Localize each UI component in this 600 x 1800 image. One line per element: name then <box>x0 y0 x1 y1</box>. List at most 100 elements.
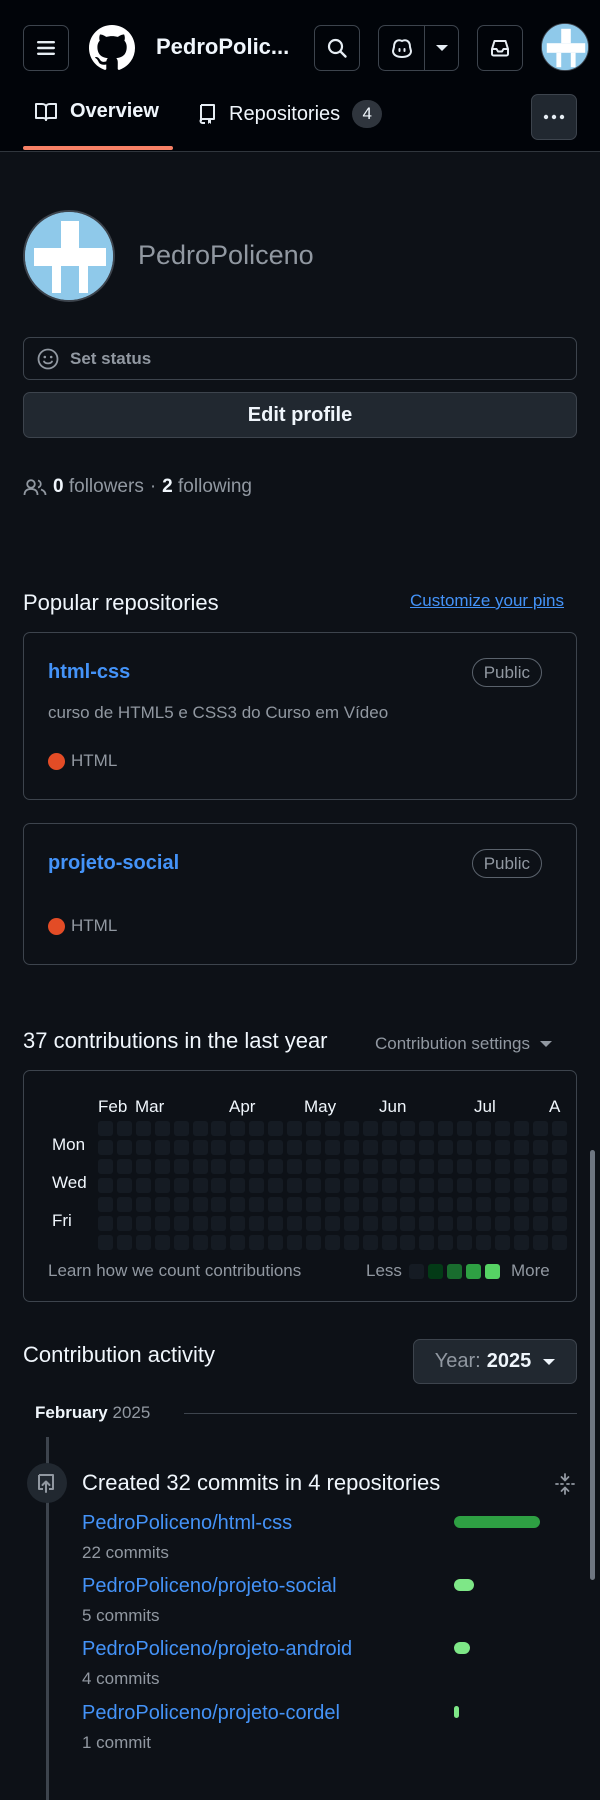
contribution-day-cell[interactable] <box>192 1159 208 1174</box>
contribution-day-cell[interactable] <box>230 1216 246 1231</box>
following-link[interactable]: 2 following <box>162 476 252 498</box>
contribution-day-cell[interactable] <box>173 1140 189 1155</box>
contribution-day-cell[interactable] <box>457 1121 473 1136</box>
contribution-day-cell[interactable] <box>230 1235 246 1250</box>
contribution-day-cell[interactable] <box>457 1178 473 1193</box>
contribution-day-cell[interactable] <box>513 1159 529 1174</box>
edit-profile-button[interactable]: Edit profile <box>23 392 577 438</box>
copilot-button[interactable] <box>379 26 425 70</box>
contribution-day-cell[interactable] <box>381 1235 397 1250</box>
contribution-day-cell[interactable] <box>116 1121 132 1136</box>
contribution-day-cell[interactable] <box>438 1216 454 1231</box>
contribution-day-cell[interactable] <box>476 1216 491 1231</box>
contribution-day-cell[interactable] <box>135 1140 151 1155</box>
contribution-day-cell[interactable] <box>532 1197 548 1212</box>
contribution-day-cell[interactable] <box>381 1121 397 1136</box>
contribution-settings-button[interactable]: Contribution settings <box>375 1034 552 1054</box>
contribution-day-cell[interactable] <box>192 1121 208 1136</box>
contribution-day-cell[interactable] <box>154 1178 170 1193</box>
contribution-day-cell[interactable] <box>381 1178 397 1193</box>
contribution-day-cell[interactable] <box>343 1197 359 1212</box>
contribution-day-cell[interactable] <box>513 1216 529 1231</box>
contribution-day-cell[interactable] <box>154 1159 170 1174</box>
contribution-day-cell[interactable] <box>135 1159 151 1174</box>
contribution-day-cell[interactable] <box>230 1121 246 1136</box>
contribution-day-cell[interactable] <box>494 1216 510 1231</box>
contribution-day-cell[interactable] <box>343 1235 359 1250</box>
contribution-day-cell[interactable] <box>419 1140 435 1155</box>
contribution-day-cell[interactable] <box>287 1197 302 1212</box>
contribution-day-cell[interactable] <box>532 1159 548 1174</box>
contribution-day-cell[interactable] <box>400 1235 416 1250</box>
contribution-day-cell[interactable] <box>324 1216 340 1231</box>
profile-avatar[interactable] <box>23 210 115 302</box>
contribution-day-cell[interactable] <box>305 1197 321 1212</box>
contribution-day-cell[interactable] <box>494 1121 510 1136</box>
contribution-day-cell[interactable] <box>211 1216 227 1231</box>
contribution-day-cell[interactable] <box>457 1140 473 1155</box>
contribution-day-cell[interactable] <box>438 1235 454 1250</box>
contribution-day-cell[interactable] <box>154 1235 170 1250</box>
contribution-day-cell[interactable] <box>211 1197 227 1212</box>
contribution-day-cell[interactable] <box>513 1178 529 1193</box>
collapse-button[interactable] <box>553 1472 577 1496</box>
contribution-day-cell[interactable] <box>438 1178 454 1193</box>
inbox-button[interactable] <box>477 25 523 71</box>
commit-count-link[interactable]: 5 commits <box>82 1606 159 1626</box>
contribution-day-cell[interactable] <box>438 1159 454 1174</box>
contribution-day-cell[interactable] <box>116 1216 132 1231</box>
contribution-day-cell[interactable] <box>305 1140 321 1155</box>
set-status-button[interactable]: Set status <box>23 337 577 380</box>
contribution-day-cell[interactable] <box>419 1235 435 1250</box>
search-button[interactable] <box>314 25 360 71</box>
contribution-day-cell[interactable] <box>362 1140 378 1155</box>
contribution-day-cell[interactable] <box>551 1178 567 1193</box>
contribution-day-cell[interactable] <box>249 1197 265 1212</box>
contribution-day-cell[interactable] <box>173 1216 189 1231</box>
contribution-day-cell[interactable] <box>476 1235 491 1250</box>
contribution-day-cell[interactable] <box>381 1140 397 1155</box>
contribution-day-cell[interactable] <box>135 1216 151 1231</box>
contribution-day-cell[interactable] <box>116 1178 132 1193</box>
contribution-day-cell[interactable] <box>324 1197 340 1212</box>
contribution-day-cell[interactable] <box>400 1159 416 1174</box>
contribution-day-cell[interactable] <box>551 1197 567 1212</box>
contribution-day-cell[interactable] <box>173 1178 189 1193</box>
contribution-day-cell[interactable] <box>362 1178 378 1193</box>
commit-repo-link[interactable]: PedroPoliceno/html-css <box>82 1512 292 1535</box>
contribution-day-cell[interactable] <box>419 1197 435 1212</box>
repo-name-link[interactable]: html-css <box>48 661 130 684</box>
contribution-day-cell[interactable] <box>98 1140 113 1155</box>
contribution-day-cell[interactable] <box>98 1159 113 1174</box>
contribution-day-cell[interactable] <box>476 1197 491 1212</box>
tab-repositories[interactable]: Repositories 4 <box>197 100 383 128</box>
contribution-day-cell[interactable] <box>268 1197 284 1212</box>
contribution-day-cell[interactable] <box>230 1140 246 1155</box>
contribution-day-cell[interactable] <box>362 1159 378 1174</box>
contribution-day-cell[interactable] <box>287 1216 302 1231</box>
contribution-day-cell[interactable] <box>268 1159 284 1174</box>
commit-repo-link[interactable]: PedroPoliceno/projeto-cordel <box>82 1702 340 1725</box>
contribution-day-cell[interactable] <box>494 1235 510 1250</box>
contribution-day-cell[interactable] <box>381 1197 397 1212</box>
commit-count-link[interactable]: 4 commits <box>82 1669 159 1689</box>
contribution-day-cell[interactable] <box>532 1178 548 1193</box>
contribution-day-cell[interactable] <box>154 1140 170 1155</box>
contribution-day-cell[interactable] <box>400 1216 416 1231</box>
contribution-day-cell[interactable] <box>494 1140 510 1155</box>
contribution-day-cell[interactable] <box>362 1121 378 1136</box>
contribution-day-cell[interactable] <box>532 1140 548 1155</box>
contribution-day-cell[interactable] <box>324 1159 340 1174</box>
menu-button[interactable] <box>23 25 69 71</box>
contribution-day-cell[interactable] <box>98 1121 113 1136</box>
contribution-day-cell[interactable] <box>230 1159 246 1174</box>
contribution-day-cell[interactable] <box>135 1121 151 1136</box>
contribution-day-cell[interactable] <box>343 1178 359 1193</box>
contribution-day-cell[interactable] <box>551 1159 567 1174</box>
contribution-day-cell[interactable] <box>551 1216 567 1231</box>
contribution-day-cell[interactable] <box>419 1178 435 1193</box>
contribution-day-cell[interactable] <box>116 1197 132 1212</box>
contribution-day-cell[interactable] <box>211 1178 227 1193</box>
contribution-day-cell[interactable] <box>343 1121 359 1136</box>
contribution-day-cell[interactable] <box>116 1140 132 1155</box>
